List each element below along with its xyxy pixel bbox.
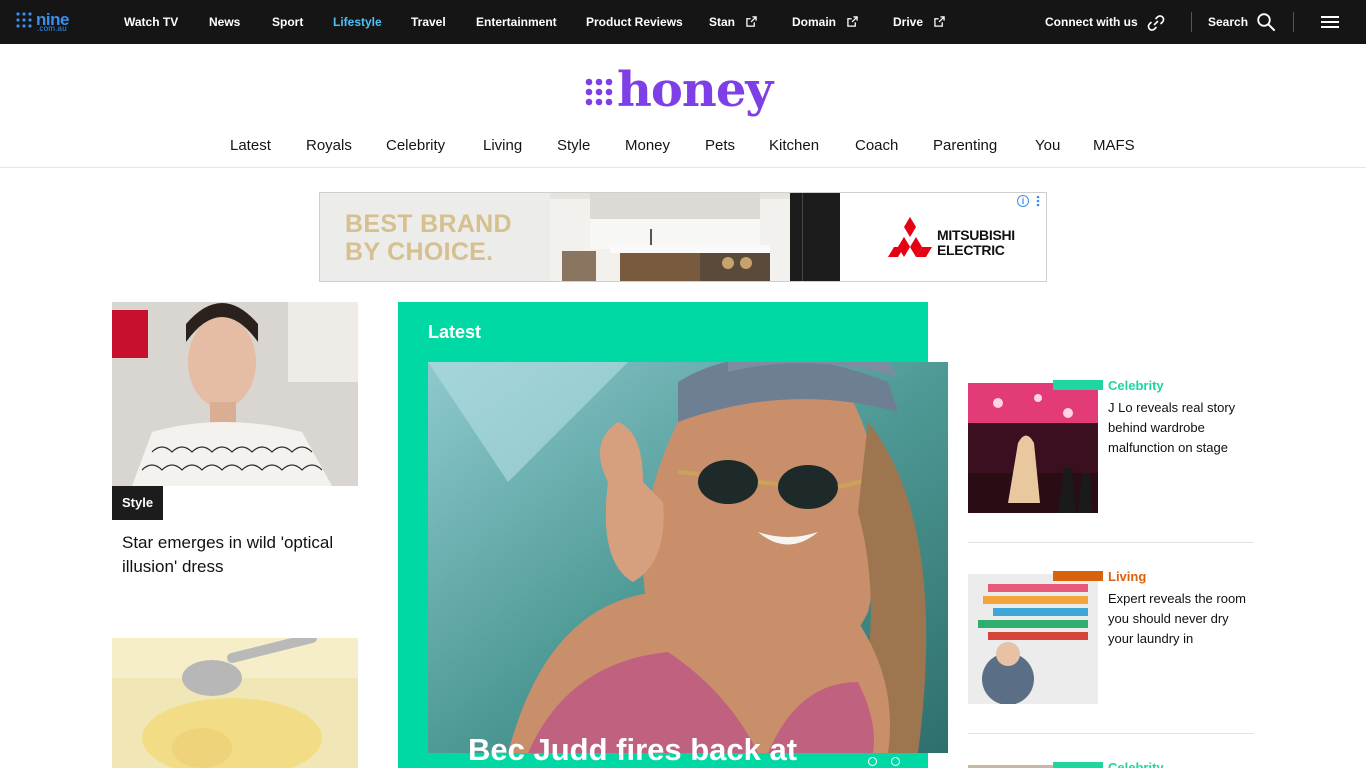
carousel-dot[interactable] (891, 757, 900, 766)
mitsubishi-diamonds-logo (888, 217, 932, 257)
secnav-parenting[interactable]: Parenting (933, 137, 997, 154)
category-accent-bar (1053, 571, 1103, 581)
side-story-image (968, 574, 1098, 704)
external-link-icon (847, 16, 859, 27)
feature-section-label: Latest (428, 322, 482, 342)
story-image-ice-cream[interactable] (112, 638, 358, 768)
secnav-latest[interactable]: Latest (230, 137, 271, 154)
ad-kitchen-image (550, 193, 840, 281)
nine-logo[interactable]: nine .com.au (16, 10, 82, 34)
side-story-category[interactable]: Celebrity (1108, 760, 1164, 768)
hamburger-menu-icon[interactable] (1320, 14, 1340, 30)
honey-dots-icon (585, 78, 613, 106)
ad-brand-panel: MITSUBISHI ELECTRIC (840, 193, 1046, 281)
topbar-divider (1191, 12, 1192, 32)
info-icon[interactable]: i (1017, 195, 1029, 207)
banner-ad[interactable]: BEST BRAND BY CHOICE. MITSUBISHI ELECTRI… (319, 192, 1047, 282)
topnav-drive[interactable]: Drive (893, 15, 946, 29)
side-story-card[interactable]: Living Expert reveals the room you shoul… (968, 569, 1254, 704)
honey-wordmark: honey (617, 62, 773, 118)
secnav-royals[interactable]: Royals (306, 137, 352, 154)
secnav-mafs[interactable]: MAFS (1093, 137, 1135, 154)
external-link-icon (746, 16, 758, 27)
side-story-title[interactable]: J Lo reveals real story behind wardrobe … (1108, 398, 1254, 458)
category-accent-bar (1053, 762, 1103, 768)
side-story-category[interactable]: Celebrity (1108, 378, 1164, 393)
story-headline[interactable]: Star emerges in wild 'optical illusion' … (122, 531, 358, 579)
ad-headline-line2: BY CHOICE. (345, 238, 494, 266)
topnav-domain[interactable]: Domain (792, 15, 859, 29)
category-accent-bar (1053, 380, 1103, 390)
secnav-you[interactable]: You (1035, 137, 1060, 154)
topnav-sport[interactable]: Sport (272, 15, 303, 29)
global-top-bar: nine .com.au Watch TV News Sport Lifesty… (0, 0, 1366, 44)
topnav-entertainment[interactable]: Entertainment (476, 15, 557, 29)
side-story-divider (968, 733, 1254, 734)
ad-headline: BEST BRAND BY CHOICE. (345, 210, 512, 266)
topnav-news[interactable]: News (209, 15, 240, 29)
topnav-watch-tv[interactable]: Watch TV (124, 15, 178, 29)
carousel-dot[interactable] (868, 757, 877, 766)
nine-dots-icon (16, 12, 32, 28)
side-story-category[interactable]: Living (1108, 569, 1146, 584)
side-story-image (968, 383, 1098, 513)
topnav-product-reviews[interactable]: Product Reviews (586, 15, 683, 29)
search-icon[interactable] (1256, 12, 1276, 32)
more-vertical-icon[interactable] (1036, 195, 1040, 207)
topnav-domain-label: Domain (792, 15, 837, 29)
topbar-divider (1293, 12, 1294, 32)
secnav-pets[interactable]: Pets (705, 137, 735, 154)
secnav-coach[interactable]: Coach (855, 137, 898, 154)
topnav-stan[interactable]: Stan (709, 15, 758, 29)
side-story-card[interactable]: Celebrity J Lo reveals real story behind… (968, 378, 1254, 513)
nine-logo-sub: .com.au (37, 24, 67, 33)
connect-with-us-label[interactable]: Connect with us (1045, 15, 1138, 29)
topnav-lifestyle[interactable]: Lifestyle (333, 15, 382, 29)
topnav-travel[interactable]: Travel (411, 15, 446, 29)
honey-logo[interactable]: honey (585, 62, 785, 126)
side-story-title[interactable]: Expert reveals the room you should never… (1108, 589, 1254, 649)
link-icon[interactable] (1146, 13, 1166, 33)
ad-headline-line1: BEST BRAND (345, 210, 512, 238)
ad-brand-name: MITSUBISHI ELECTRIC (937, 228, 1015, 258)
ad-brand-line2: ELECTRIC (937, 242, 1005, 258)
secnav-living[interactable]: Living (483, 137, 522, 154)
story-image-optical-dress[interactable] (112, 302, 358, 486)
feature-story-image[interactable] (428, 362, 948, 753)
topnav-stan-label: Stan (709, 15, 736, 29)
ad-brand-line1: MITSUBISHI (937, 227, 1015, 243)
secnav-celebrity[interactable]: Celebrity (386, 137, 445, 154)
search-label[interactable]: Search (1208, 15, 1248, 29)
side-story-divider (968, 542, 1254, 543)
secnav-style[interactable]: Style (557, 137, 590, 154)
secnav-money[interactable]: Money (625, 137, 670, 154)
external-link-icon (934, 16, 946, 27)
feature-headline[interactable]: Bec Judd fires back at (468, 732, 797, 768)
section-nav-divider (0, 167, 1366, 168)
story-category-tag[interactable]: Style (112, 486, 164, 520)
topnav-drive-label: Drive (893, 15, 924, 29)
secnav-kitchen[interactable]: Kitchen (769, 137, 819, 154)
